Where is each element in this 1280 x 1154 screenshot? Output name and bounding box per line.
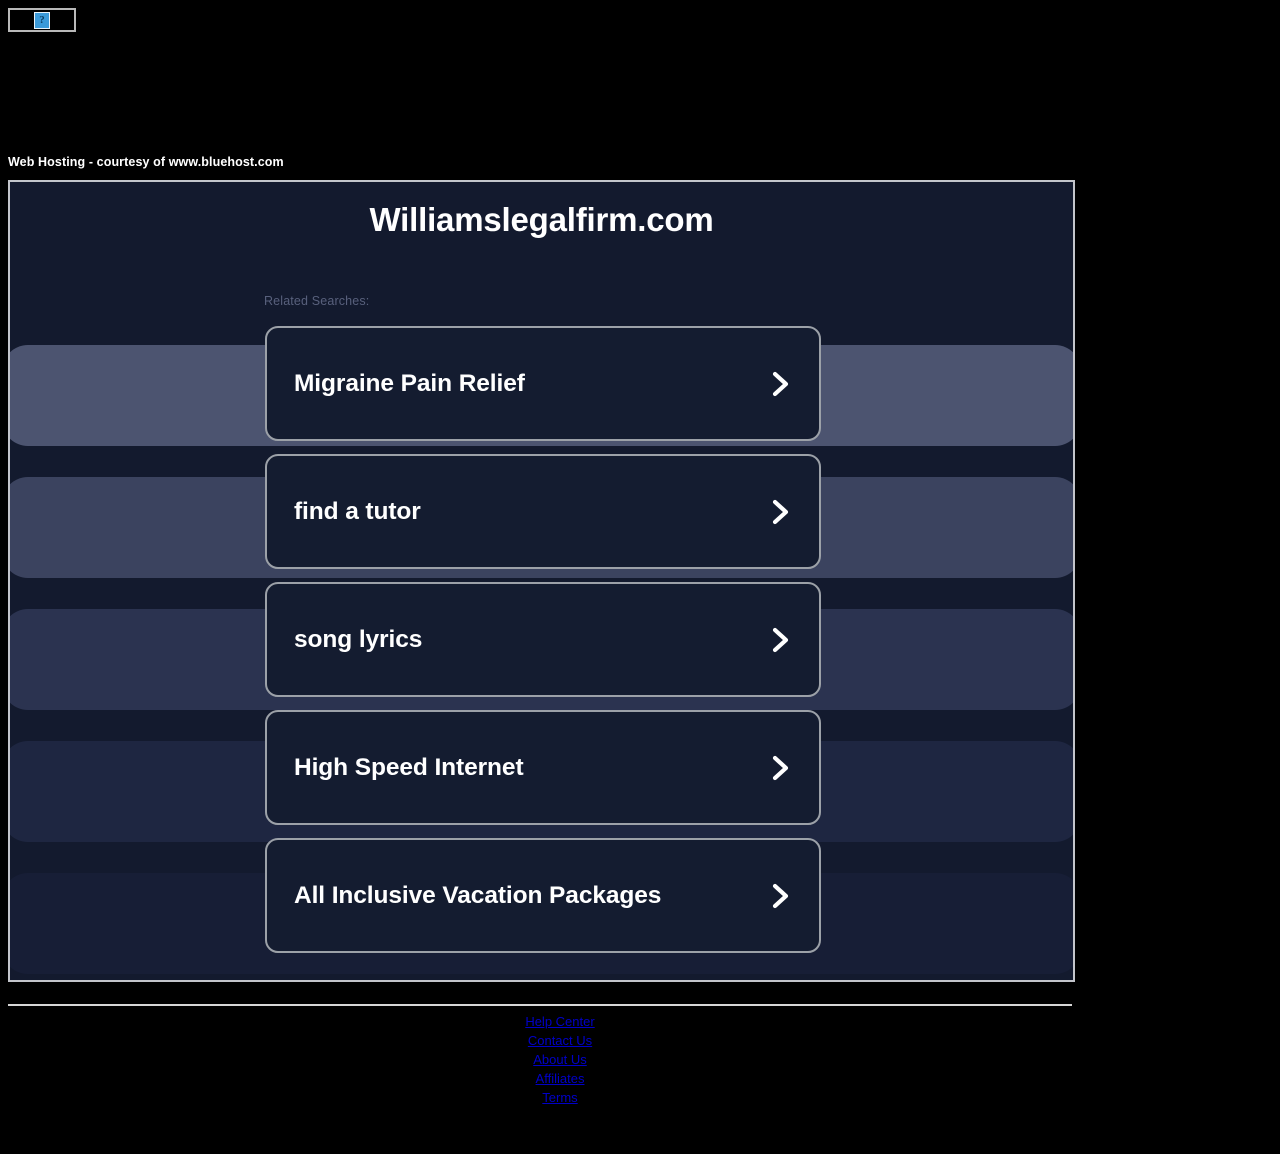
footer-link-affiliates[interactable]: Affiliates	[8, 1069, 1112, 1088]
search-card-find-a-tutor[interactable]: find a tutor	[265, 454, 821, 569]
footer-link-about-us[interactable]: About Us	[8, 1050, 1112, 1069]
chevron-right-icon	[769, 753, 793, 783]
search-card-all-inclusive-vacation-packages[interactable]: All Inclusive Vacation Packages	[265, 838, 821, 953]
related-searches-list: Migraine Pain Relief find a tutor song l…	[265, 326, 821, 966]
footer-link-contact-us[interactable]: Contact Us	[8, 1031, 1112, 1050]
search-card-song-lyrics[interactable]: song lyrics	[265, 582, 821, 697]
search-card-migraine-pain-relief[interactable]: Migraine Pain Relief	[265, 326, 821, 441]
footer-link-terms[interactable]: Terms	[8, 1088, 1112, 1107]
related-searches-label: Related Searches:	[264, 294, 370, 308]
search-card-label: Migraine Pain Relief	[294, 369, 525, 397]
footer-link-help-center[interactable]: Help Center	[8, 1012, 1112, 1031]
chevron-right-icon	[769, 881, 793, 911]
search-card-high-speed-internet[interactable]: High Speed Internet	[265, 710, 821, 825]
parked-domain-panel: Williamslegalfirm.com Related Searches: …	[8, 180, 1075, 982]
page-title: Williamslegalfirm.com	[369, 201, 714, 238]
chevron-right-icon	[769, 625, 793, 655]
search-card-label: find a tutor	[294, 497, 421, 525]
footer-divider	[8, 1004, 1072, 1006]
footer-link-list: Help Center Contact Us About Us Affiliat…	[8, 1012, 1112, 1107]
search-card-label: High Speed Internet	[294, 753, 524, 781]
broken-image-question-icon: ?	[34, 11, 50, 29]
search-card-label: All Inclusive Vacation Packages	[294, 881, 662, 909]
web-hosting-caption: Web Hosting - courtesy of www.bluehost.c…	[8, 155, 284, 169]
broken-image-placeholder: ?	[8, 8, 76, 32]
chevron-right-icon	[769, 497, 793, 527]
chevron-right-icon	[769, 369, 793, 399]
search-card-label: song lyrics	[294, 625, 423, 653]
